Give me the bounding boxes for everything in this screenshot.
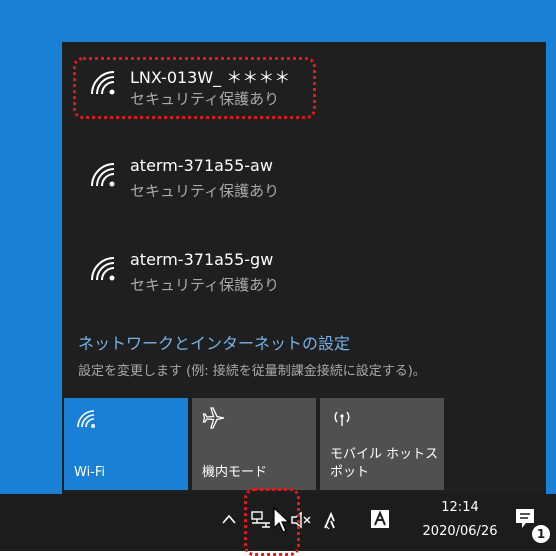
app-tray-icon[interactable] [322,511,342,531]
wifi-tile-label: Wi-Fi [74,465,106,480]
airplane-tile-label: 機内モード [202,465,268,480]
action-center-icon[interactable] [514,507,536,531]
desktop-background-right [546,0,556,494]
network-item-aterm-aw[interactable]: aterm-371a55-aw セキュリティ保護あり [78,148,478,212]
network-tray-icon[interactable] [250,510,272,530]
wifi-signal-icon [86,66,118,98]
network-name: aterm-371a55-aw [130,156,273,175]
adobe-tray-icon[interactable] [370,509,390,529]
mouse-cursor [272,506,292,534]
airplane-icon [202,406,226,430]
notification-count-badge: 1 [532,525,550,543]
network-item-aterm-gw[interactable]: aterm-371a55-gw セキュリティ保護あり [78,242,478,306]
hotspot-tile-label: モバイル ホットス ポット [330,447,439,480]
wifi-signal-icon [86,252,118,284]
network-security-status: セキュリティ保護あり [130,90,280,108]
hotspot-icon [330,406,354,430]
desktop-background-left [0,42,62,494]
mobile-hotspot-tile[interactable]: モバイル ホットス ポット [320,398,444,490]
network-settings-link[interactable]: ネットワークとインターネットの設定 [78,330,350,354]
taskbar: 12:14 2020/06/26 1 [0,488,556,556]
wifi-signal-icon [74,406,98,430]
wifi-toggle-tile[interactable]: Wi-Fi [64,398,188,490]
network-flyout: LNX-013W_ ＊＊＊＊ セキュリティ保護あり aterm-371a55-a… [62,42,546,494]
network-settings-description: 設定を変更します (例: 接続を従量制課金接続に設定する)。 [78,364,426,379]
clock-date[interactable]: 2020/06/26 [412,524,508,539]
chevron-up-icon[interactable] [222,514,236,524]
network-item-lnx[interactable]: LNX-013W_ ＊＊＊＊ セキュリティ保護あり [78,56,478,120]
network-name: LNX-013W_ ＊＊＊＊ [130,68,291,87]
airplane-mode-tile[interactable]: 機内モード [192,398,316,490]
network-name: aterm-371a55-gw [130,250,274,269]
volume-muted-icon[interactable] [290,510,312,530]
network-security-status: セキュリティ保護あり [130,276,280,294]
network-security-status: セキュリティ保護あり [130,182,280,200]
clock-time[interactable]: 12:14 [420,500,500,515]
wifi-signal-icon [86,158,118,190]
desktop-background [0,0,556,42]
